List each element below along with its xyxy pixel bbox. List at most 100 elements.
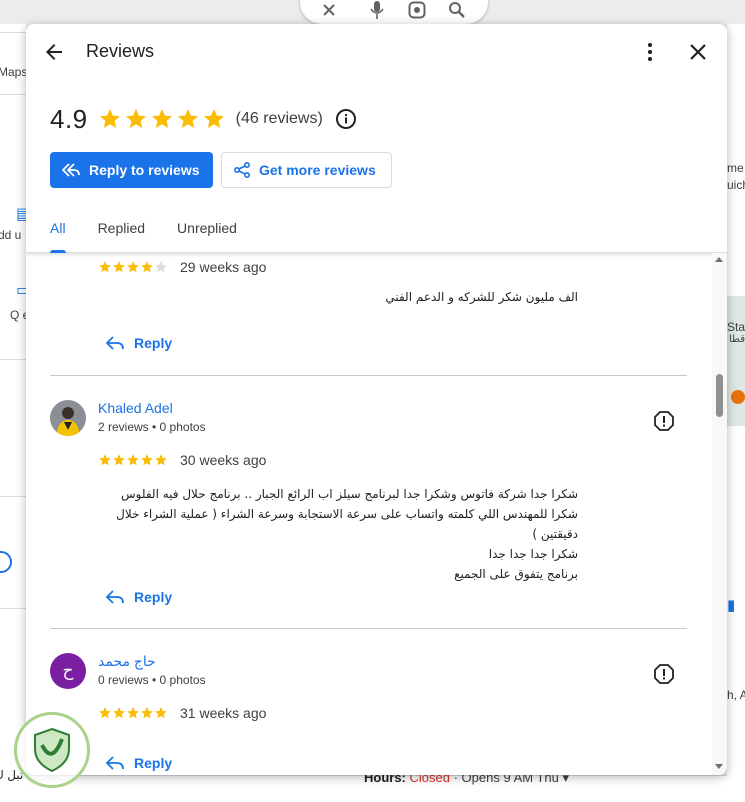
scroll-up-arrow-icon[interactable] bbox=[715, 257, 723, 262]
star-icon bbox=[177, 109, 198, 128]
reply-icon bbox=[106, 756, 124, 770]
background-left-panel: Maps ▤ dd u ▭ Q e bbox=[0, 24, 31, 802]
report-icon bbox=[654, 411, 674, 431]
reply-all-icon bbox=[62, 163, 80, 177]
review-stars bbox=[98, 453, 168, 467]
report-button[interactable] bbox=[653, 410, 675, 432]
review-item: ح حاج محمد 0 reviews • 0 photos 31 weeks… bbox=[50, 653, 687, 775]
star-icon bbox=[113, 261, 125, 273]
bg-add-label: dd u bbox=[0, 228, 22, 242]
review-tabs: All Replied Unreplied bbox=[50, 220, 269, 253]
bg-map-label-2: قطا bbox=[729, 334, 745, 345]
more-vert-icon bbox=[648, 43, 652, 61]
review-date: 29 weeks ago bbox=[180, 259, 267, 275]
share-icon bbox=[234, 162, 250, 178]
star-icon bbox=[127, 707, 139, 719]
review-date: 31 weeks ago bbox=[180, 705, 267, 721]
reply-button[interactable]: Reply bbox=[106, 755, 172, 771]
review-stars bbox=[98, 260, 168, 274]
star-icon bbox=[141, 707, 153, 719]
star-icon bbox=[155, 261, 167, 273]
tab-all[interactable]: All bbox=[50, 220, 66, 253]
dialog-header: Reviews 4.9 (46 reviews) Reply to review… bbox=[26, 24, 727, 253]
watermark-logo bbox=[14, 712, 90, 788]
star-icon bbox=[151, 109, 172, 128]
review-item: 29 weeks ago الف مليون شكر للشركه و الدع… bbox=[50, 253, 687, 365]
reviewer-meta: 2 reviews • 0 photos bbox=[98, 420, 206, 434]
report-icon bbox=[654, 664, 674, 684]
bg-map-label-1: Sta bbox=[727, 320, 745, 334]
reviewer-name[interactable]: حاج محمد bbox=[98, 653, 156, 670]
reply-to-reviews-button[interactable]: Reply to reviews bbox=[50, 152, 213, 188]
review-count: (46 reviews) bbox=[235, 110, 323, 127]
star-icon bbox=[127, 261, 139, 273]
avatar[interactable] bbox=[50, 400, 86, 436]
reply-button[interactable]: Reply bbox=[106, 589, 172, 605]
microphone-icon[interactable] bbox=[366, 0, 388, 20]
more-options-button[interactable] bbox=[638, 40, 662, 64]
star-icon bbox=[99, 261, 111, 273]
review-text-line: الف مليون شكر للشركه و الدعم الفني bbox=[385, 290, 578, 304]
star-icon bbox=[99, 707, 111, 719]
star-icon bbox=[99, 454, 111, 466]
reply-icon bbox=[106, 590, 124, 604]
star-icon bbox=[141, 261, 153, 273]
get-more-reviews-label: Get more reviews bbox=[259, 162, 376, 178]
reply-label: Reply bbox=[134, 335, 173, 351]
reviewer-name[interactable]: Khaled Adel bbox=[98, 400, 173, 416]
back-button[interactable] bbox=[42, 40, 66, 64]
bg-right-text-2: uich bbox=[727, 178, 745, 192]
review-rating: 30 weeks ago bbox=[98, 452, 266, 468]
rating-summary: 4.9 (46 reviews) bbox=[50, 104, 357, 134]
avatar[interactable]: ح bbox=[50, 653, 86, 689]
reply-to-reviews-label: Reply to reviews bbox=[89, 162, 200, 178]
tab-replied[interactable]: Replied bbox=[98, 220, 145, 253]
bg-right-text-3: h, A bbox=[727, 688, 745, 702]
lens-icon[interactable] bbox=[406, 0, 428, 20]
reply-label: Reply bbox=[134, 589, 173, 605]
scroll-down-arrow-icon[interactable] bbox=[715, 764, 723, 769]
reply-button[interactable]: Reply bbox=[106, 335, 172, 351]
bg-right-text-1: me bbox=[727, 161, 744, 175]
get-more-reviews-button[interactable]: Get more reviews bbox=[221, 152, 392, 188]
review-divider bbox=[50, 628, 687, 629]
review-text-line: شكرا جدا جدا جدا bbox=[488, 547, 578, 561]
star-icon bbox=[155, 707, 167, 719]
clear-search-icon[interactable] bbox=[318, 0, 340, 20]
scrollbar-thumb[interactable] bbox=[716, 374, 723, 417]
reply-icon bbox=[106, 336, 124, 350]
rating-stars bbox=[98, 107, 226, 131]
review-rating: 31 weeks ago bbox=[98, 705, 266, 721]
review-item: Khaled Adel 2 reviews • 0 photos 30 week… bbox=[50, 400, 687, 630]
review-text-line: شكرا للمهندس اللي كلمته واتساب على سرعة … bbox=[116, 507, 578, 541]
bg-circle-icon bbox=[0, 551, 12, 573]
close-button[interactable] bbox=[686, 40, 710, 64]
review-date: 30 weeks ago bbox=[180, 452, 267, 468]
shield-logo-icon bbox=[34, 727, 70, 773]
review-text: الف مليون شكر للشركه و الدعم الفني bbox=[98, 287, 578, 307]
scrollbar[interactable] bbox=[712, 253, 727, 775]
report-button[interactable] bbox=[653, 663, 675, 685]
map-pin-icon bbox=[731, 390, 745, 404]
review-text-line: شكرا جدا شركة فاتوس وشكرا جدا لبرنامج سي… bbox=[121, 487, 578, 501]
star-icon bbox=[155, 454, 167, 466]
star-icon bbox=[113, 454, 125, 466]
tab-unreplied[interactable]: Unreplied bbox=[177, 220, 237, 253]
star-icon bbox=[99, 109, 120, 128]
arrow-back-icon bbox=[46, 44, 62, 60]
info-button[interactable] bbox=[335, 108, 357, 130]
search-icon[interactable] bbox=[446, 0, 468, 20]
star-icon bbox=[203, 109, 224, 128]
star-icon bbox=[125, 109, 146, 128]
reply-label: Reply bbox=[134, 755, 173, 771]
review-divider bbox=[50, 375, 687, 376]
close-icon bbox=[690, 44, 706, 60]
bg-maps-label: Maps bbox=[0, 65, 28, 79]
reviewer-meta: 0 reviews • 0 photos bbox=[98, 673, 206, 687]
star-icon bbox=[127, 454, 139, 466]
review-text-line: برنامج يتفوق على الجميع bbox=[454, 567, 578, 581]
star-icon bbox=[113, 707, 125, 719]
reviews-list[interactable]: 29 weeks ago الف مليون شكر للشركه و الدع… bbox=[26, 253, 727, 775]
dialog-title: Reviews bbox=[86, 41, 155, 61]
background-map: Sta قطا bbox=[727, 296, 745, 426]
